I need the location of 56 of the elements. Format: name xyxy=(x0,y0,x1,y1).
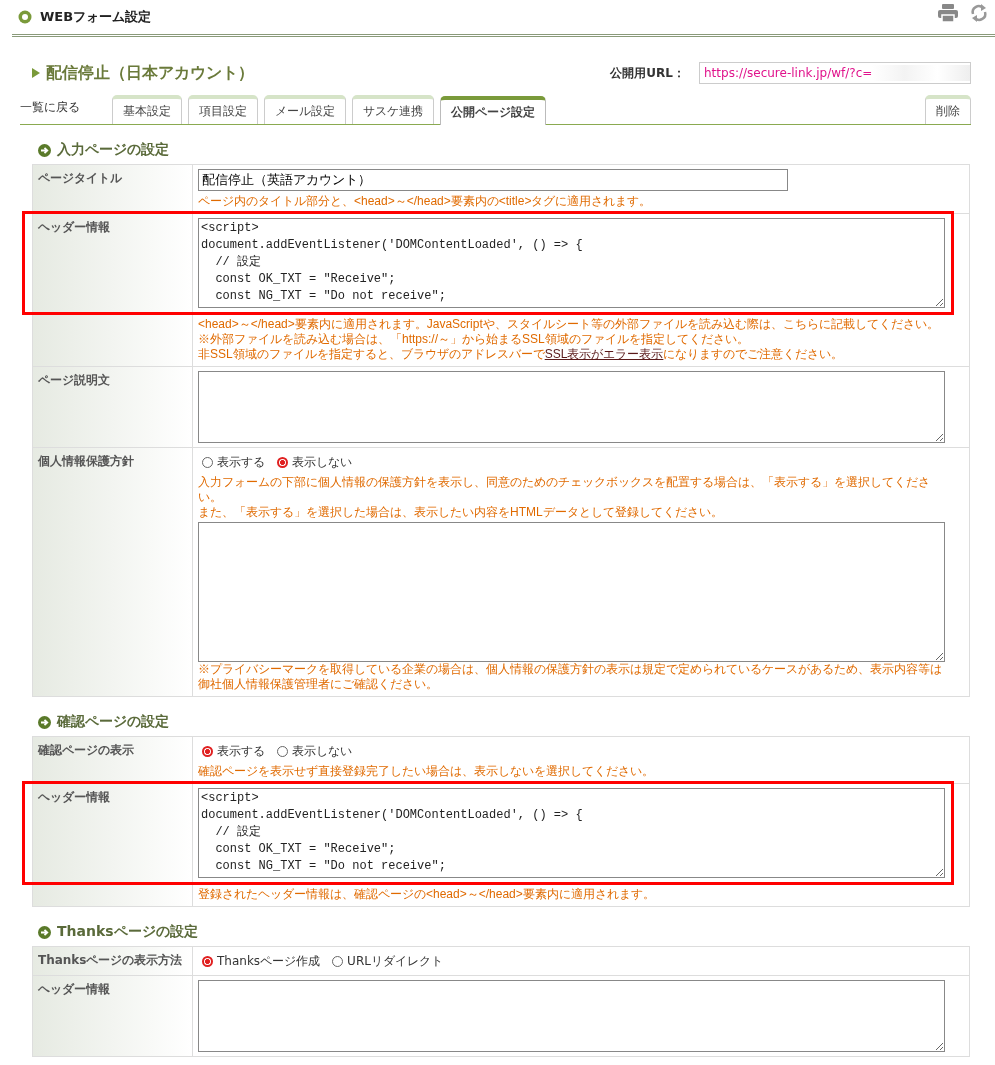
row-label: ページタイトル xyxy=(33,165,193,213)
text-field[interactable]: 配信停止（英語アカウント） xyxy=(198,169,788,191)
text-area[interactable] xyxy=(198,980,945,1052)
tab[interactable]: サスケ連携 xyxy=(352,95,434,124)
radio-label[interactable]: Thanksページ作成 xyxy=(217,952,321,970)
hint-text: 確認ページを表示せず直接登録完了したい場合は、表示しないを選択してください。 xyxy=(198,764,655,779)
hint-text: また、「表示する」を選択した場合は、表示したい内容をHTMLデータとして登録してください。 xyxy=(198,505,724,520)
section-title: 入力ページの設定 xyxy=(57,141,169,159)
tab[interactable]: 項目設定 xyxy=(188,95,258,124)
radio-label[interactable]: URLリダイレクト xyxy=(347,952,443,970)
hint-text: 非SSL領域のファイルを指定すると、ブラウザのアドレスバーでSSL表示がエラー表示になりますのでご注意ください。 xyxy=(198,347,845,362)
arrow-circle-icon xyxy=(38,715,51,729)
radio-button[interactable] xyxy=(202,456,213,468)
hint-text: <head>～</head>要素内に適用されます。JavaScriptや、スタイルシート等の外部ファイルを読み込む際は、こちらに記載してください。 xyxy=(198,317,940,332)
radio-label[interactable]: 表示しない xyxy=(292,742,352,760)
arrow-circle-icon xyxy=(38,143,51,157)
row-label: Thanksページの表示方法 xyxy=(33,947,193,975)
bullet-icon xyxy=(18,10,32,24)
text-area[interactable] xyxy=(198,371,945,443)
row-label: ヘッダー情報 xyxy=(33,784,193,906)
row-label: ヘッダー情報 xyxy=(33,214,193,366)
section-title: Thanksページの設定 xyxy=(57,923,198,941)
delete-tab[interactable]: 削除 xyxy=(925,95,971,124)
hint-text: ページ内のタイトル部分と、<head>～</head>要素内の<title>タグに適用されます。 xyxy=(198,194,653,209)
hint-text: 入力フォームの下部に個人情報の保護方針を表示し、同意のためのチェックボックスを配置する場合は、「表示する」を選択してください。 xyxy=(198,475,931,505)
url-field[interactable]: https://secure-link.jp/wf/?c= xyxy=(699,62,971,84)
tab[interactable]: 公開ページ設定 xyxy=(440,96,546,125)
hint-text: ※外部ファイルを読み込む場合は、「https://～」から始まるSSL領域のファイルを指定してください。 xyxy=(198,332,750,347)
url-label: 公開用URL： xyxy=(610,64,685,82)
arrow-circle-icon xyxy=(38,925,51,939)
radio-button[interactable] xyxy=(332,955,344,967)
radio-label[interactable]: 表示する xyxy=(217,453,265,471)
radio-button[interactable] xyxy=(277,745,288,757)
triangle-icon xyxy=(32,68,40,78)
hint-text: 登録されたヘッダー情報は、確認ページの<head>～</head>要素内に適用されます。 xyxy=(198,887,656,902)
radio-label[interactable]: 表示しない xyxy=(292,453,352,471)
row-label: 確認ページの表示 xyxy=(33,737,193,783)
tab[interactable]: 基本設定 xyxy=(112,95,182,124)
print-icon[interactable] xyxy=(937,3,959,23)
row-label: 個人情報保護方針 xyxy=(33,448,193,696)
back-link[interactable]: 一覧に戻る xyxy=(20,99,80,124)
row-label: ページ説明文 xyxy=(33,367,193,447)
refresh-icon[interactable] xyxy=(969,3,989,23)
hint-text: ※プライバシーマークを取得している企業の場合は、個人情報の保護方針の表示は規定で定められているケースがあるため、表示内容等は御社個人情報保護管理者にご確認ください。 xyxy=(198,662,943,692)
page-title: 配信停止（日本アカウント） xyxy=(46,62,254,84)
radio-button[interactable] xyxy=(277,456,288,468)
hint-link[interactable]: SSL表示がエラー表示 xyxy=(544,347,664,361)
section-title: 確認ページの設定 xyxy=(57,713,169,731)
code-field[interactable]: <script> document.addEventListener('DOMContentLoaded', () => { // 設定 const OK_TXT = "Receive"; const NG_TXT = "Do not receive"; xyxy=(198,218,945,308)
tab[interactable]: メール設定 xyxy=(264,95,346,124)
radio-button[interactable] xyxy=(202,955,213,967)
radio-label[interactable]: 表示する xyxy=(217,742,265,760)
row-label: ヘッダー情報 xyxy=(33,976,193,1056)
header-title: WEBフォーム設定 xyxy=(40,8,152,26)
code-field[interactable]: <script> document.addEventListener('DOMContentLoaded', () => { // 設定 const OK_TXT = "Receive"; const NG_TXT = "Do not receive"; xyxy=(198,788,945,878)
radio-button[interactable] xyxy=(202,745,213,757)
